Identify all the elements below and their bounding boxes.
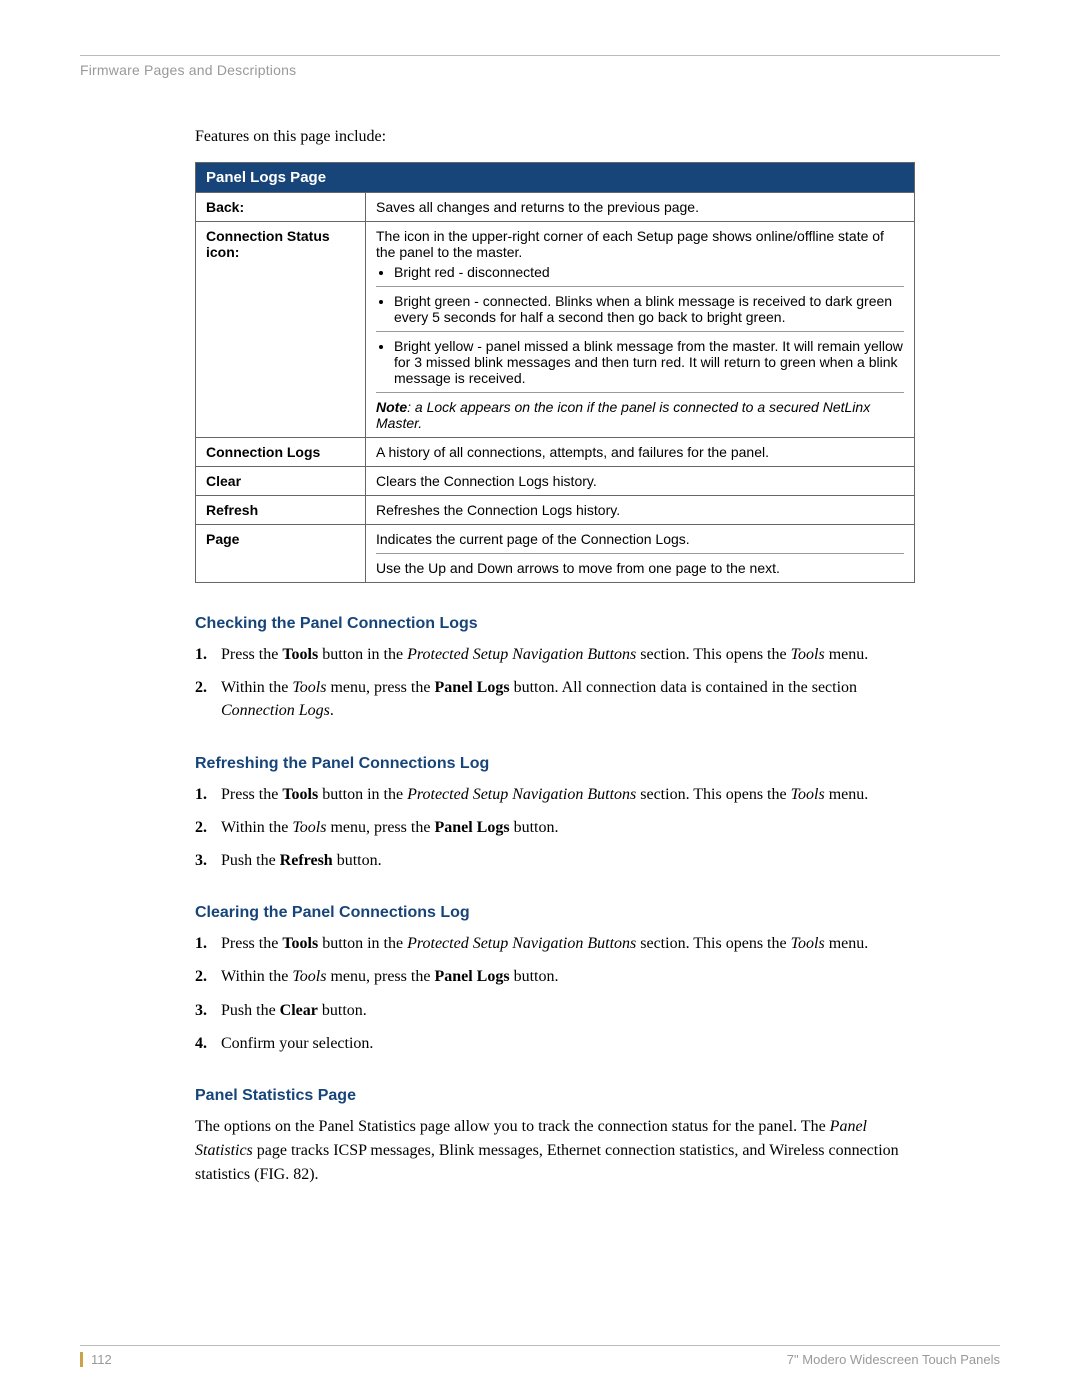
list-item: 1.Press the Tools button in the Protecte… [195, 783, 915, 806]
row-desc-refresh: Refreshes the Connection Logs history. [366, 496, 915, 525]
steps-clearing: 1.Press the Tools button in the Protecte… [195, 932, 915, 1055]
heading-stats: Panel Statistics Page [195, 1087, 915, 1105]
table-row: Refresh Refreshes the Connection Logs hi… [196, 496, 915, 525]
bullet-red: Bright red - disconnected [394, 264, 904, 280]
footer-rule [80, 1345, 1000, 1346]
row-label-refresh: Refresh [196, 496, 366, 525]
conn-status-bullets: Bright red - disconnected [376, 264, 904, 280]
list-item: 1.Press the Tools button in the Protecte… [195, 932, 915, 955]
table-row: Back: Saves all changes and returns to t… [196, 193, 915, 222]
steps-checking: 1.Press the Tools button in the Protecte… [195, 643, 915, 723]
row-desc-conn-logs: A history of all connections, attempts, … [366, 438, 915, 467]
content-area: Features on this page include: Panel Log… [195, 128, 915, 1187]
divider [376, 286, 904, 287]
note-text: : a Lock appears on the icon if the pane… [376, 399, 870, 431]
bullet-green: Bright green - connected. Blinks when a … [394, 293, 904, 325]
heading-refreshing: Refreshing the Panel Connections Log [195, 755, 915, 773]
table-row: Page Indicates the current page of the C… [196, 525, 915, 583]
note-row: Note: a Lock appears on the icon if the … [376, 392, 904, 431]
stats-paragraph: The options on the Panel Statistics page… [195, 1115, 915, 1187]
page-footer: 112 7" Modero Widescreen Touch Panels [80, 1345, 1000, 1367]
row-label-clear: Clear [196, 467, 366, 496]
row-desc-clear: Clears the Connection Logs history. [366, 467, 915, 496]
footer-doc-title: 7" Modero Widescreen Touch Panels [787, 1352, 1000, 1367]
table-row: Connection Logs A history of all connect… [196, 438, 915, 467]
list-item: 2.Within the Tools menu, press the Panel… [195, 816, 915, 839]
row-label-conn-status: Connection Status icon: [196, 222, 366, 438]
list-item: 3.Push the Refresh button. [195, 849, 915, 872]
table-title: Panel Logs Page [196, 163, 915, 193]
row-desc-back: Saves all changes and returns to the pre… [366, 193, 915, 222]
conn-status-bullets: Bright green - connected. Blinks when a … [376, 293, 904, 325]
page-desc1: Indicates the current page of the Connec… [376, 531, 904, 547]
list-item: 2.Within the Tools menu, press the Panel… [195, 676, 915, 722]
page-number: 112 [80, 1352, 112, 1367]
divider [376, 553, 904, 554]
page-desc2: Use the Up and Down arrows to move from … [376, 560, 904, 576]
heading-clearing: Clearing the Panel Connections Log [195, 904, 915, 922]
table-row: Clear Clears the Connection Logs history… [196, 467, 915, 496]
panel-logs-table: Panel Logs Page Back: Saves all changes … [195, 162, 915, 583]
conn-status-bullets: Bright yellow - panel missed a blink mes… [376, 338, 904, 386]
steps-refreshing: 1.Press the Tools button in the Protecte… [195, 783, 915, 873]
row-desc-conn-status: The icon in the upper-right corner of ea… [366, 222, 915, 438]
list-item: 4.Confirm your selection. [195, 1032, 915, 1055]
conn-status-desc: The icon in the upper-right corner of ea… [376, 228, 904, 260]
divider [376, 331, 904, 332]
heading-checking: Checking the Panel Connection Logs [195, 615, 915, 633]
list-item: 3.Push the Clear button. [195, 999, 915, 1022]
bullet-yellow: Bright yellow - panel missed a blink mes… [394, 338, 904, 386]
row-desc-page: Indicates the current page of the Connec… [366, 525, 915, 583]
note-label: Note [376, 399, 407, 415]
list-item: 1.Press the Tools button in the Protecte… [195, 643, 915, 666]
document-page: Firmware Pages and Descriptions Features… [0, 0, 1080, 1397]
list-item: 2.Within the Tools menu, press the Panel… [195, 965, 915, 988]
table-row: Connection Status icon: The icon in the … [196, 222, 915, 438]
intro-text: Features on this page include: [195, 128, 915, 146]
row-label-back: Back: [196, 193, 366, 222]
row-label-page: Page [196, 525, 366, 583]
header-rule [80, 55, 1000, 56]
running-header: Firmware Pages and Descriptions [80, 62, 1000, 78]
row-label-conn-logs: Connection Logs [196, 438, 366, 467]
